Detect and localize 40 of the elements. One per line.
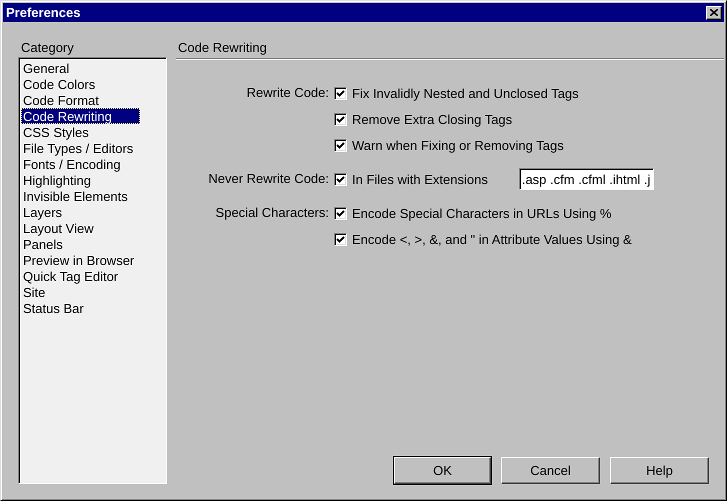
checkbox-label[interactable]: Warn when Fixing or Removing Tags [352,138,564,152]
list-item[interactable]: Layers [21,204,140,220]
list-item[interactable]: Code Format [21,92,140,108]
group-label: Never Rewrite Code: [207,170,329,188]
dialog-button[interactable]: Cancel [501,457,600,484]
checkbox-label[interactable]: Remove Extra Closing Tags [352,112,512,126]
close-button[interactable] [706,6,722,20]
checkbox-label[interactable]: Fix Invalidly Nested and Unclosed Tags [352,86,579,100]
extensions-field[interactable]: .asp .cfm .cfml .ihtml .j [518,168,654,190]
list-item[interactable]: Layout View [21,220,140,236]
checkbox-label[interactable]: Encode Special Characters in URLs Using % [352,206,612,220]
list-item[interactable]: Code Colors [21,76,140,92]
list-item[interactable]: CSS Styles [21,124,140,140]
list-item[interactable]: Panels [21,236,140,252]
list-item[interactable]: Highlighting [21,172,140,188]
checkbox[interactable] [334,86,347,100]
list-item[interactable]: Code Rewriting [21,108,140,124]
group-label: Rewrite Code: [246,84,329,102]
list-item[interactable]: Preview in Browser [21,252,140,268]
checkbox-label[interactable]: In Files with Extensions [352,172,488,186]
checkbox[interactable] [334,112,347,126]
dialog-button[interactable]: Help [610,457,709,484]
checkbox[interactable] [334,172,347,186]
section-title: Code Rewriting [177,39,268,57]
checkbox[interactable] [334,232,347,246]
list-item[interactable]: Status Bar [21,300,140,316]
list-item[interactable]: File Types / Editors [21,140,140,156]
list-item[interactable]: Invisible Elements [21,188,140,204]
close-icon [710,9,718,16]
list-item[interactable]: General [21,60,140,76]
window-title: Preferences [6,5,80,20]
list-item[interactable]: Site [21,284,140,300]
checkbox[interactable] [334,206,347,220]
category-label: Category [20,39,75,57]
checkbox-label[interactable]: Encode <, >, &, and " in Attribute Values Using & [352,232,632,246]
checkbox[interactable] [334,138,347,152]
list-item[interactable]: Quick Tag Editor [21,268,140,284]
group-label: Special Characters: [214,204,329,222]
list-item[interactable]: Fonts / Encoding [21,156,140,172]
dialog-button[interactable]: OK [394,457,491,484]
